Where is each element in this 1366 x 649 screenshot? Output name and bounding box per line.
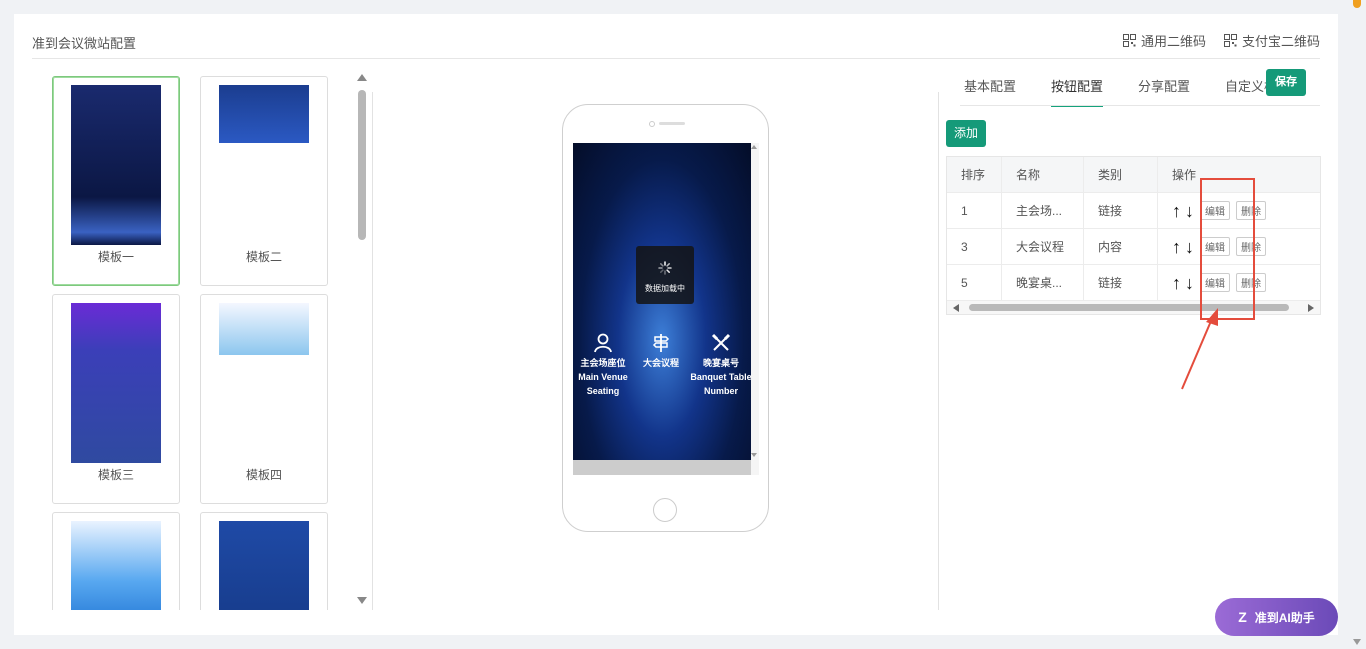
template-label: 模板四 <box>245 468 282 482</box>
template-card-2[interactable]: 模板二 <box>200 76 328 286</box>
cell-order: 3 <box>961 239 968 254</box>
button-label-cn: 晚宴桌号 <box>702 358 739 368</box>
cell-type: 链接 <box>1083 193 1157 228</box>
loading-text: 数据加载中 <box>645 284 685 293</box>
scrollbar-thumb[interactable] <box>358 90 366 240</box>
template-card-5[interactable] <box>52 512 180 610</box>
page-indicator-icon <box>1353 0 1361 8</box>
cell-name: 主会场... <box>1001 193 1083 228</box>
ai-assistant-button[interactable]: Z 准到AI助手 <box>1215 598 1338 636</box>
scroll-up-icon[interactable] <box>357 74 367 81</box>
page-scroll-down-icon[interactable] <box>1353 639 1361 645</box>
alipay-qr-link[interactable]: 支付宝二维码 <box>1223 31 1320 50</box>
divider <box>938 92 939 610</box>
tab-share-config[interactable]: 分享配置 <box>1138 76 1190 107</box>
save-button[interactable]: 保存 <box>1266 69 1306 96</box>
template-card-1[interactable]: 模板一 <box>52 76 180 286</box>
page-title: 准到会议微站配置 <box>32 36 137 51</box>
cell-name: 晚宴桌... <box>1001 265 1083 300</box>
move-up-icon[interactable]: ↑ <box>1172 274 1181 292</box>
scroll-up-icon[interactable] <box>751 145 757 149</box>
table-row: 5 晚宴桌... 链接 ↑ ↓ 编辑 删除 <box>947 265 1320 301</box>
button-label-en: Banquet Table Number <box>690 372 752 396</box>
template-thumbnail <box>71 303 161 463</box>
spinner-icon <box>658 261 672 275</box>
top-links: 通用二维码 支付宝二维码 <box>1122 31 1320 50</box>
table-hscrollbar[interactable] <box>947 301 1320 314</box>
qr-code-icon <box>1122 34 1136 47</box>
home-button-icon <box>653 498 677 522</box>
general-qr-link[interactable]: 通用二维码 <box>1122 31 1206 50</box>
annotation-arrow-icon <box>1181 308 1218 390</box>
button-table: 排序 名称 类别 操作 1 主会场... 链接 ↑ ↓ 编辑 删除 3 大会议程… <box>946 156 1321 315</box>
config-tabs: 基本配置 按钮配置 分享配置 自定义样 <box>964 76 1312 107</box>
scroll-down-icon[interactable] <box>751 453 757 457</box>
scroll-right-icon[interactable] <box>1308 304 1314 312</box>
general-qr-label: 通用二维码 <box>1140 34 1206 49</box>
move-down-icon[interactable]: ↓ <box>1185 274 1194 292</box>
scroll-left-icon[interactable] <box>953 304 959 312</box>
person-icon <box>594 333 612 353</box>
table-row: 1 主会场... 链接 ↑ ↓ 编辑 删除 <box>947 193 1320 229</box>
assistant-logo-icon: Z <box>1238 609 1247 625</box>
camera-icon <box>649 121 655 127</box>
header-name: 名称 <box>1001 157 1083 192</box>
divider <box>372 92 373 610</box>
signpost-icon <box>652 334 670 352</box>
template-label: 模板一 <box>97 250 134 264</box>
template-thumbnail <box>219 521 309 610</box>
header-order: 排序 <box>961 168 986 182</box>
move-down-icon[interactable]: ↓ <box>1185 202 1194 220</box>
fork-knife-icon <box>711 333 731 351</box>
header-divider <box>32 58 1320 59</box>
table-header: 排序 名称 类别 操作 <box>947 157 1320 193</box>
template-label: 模板二 <box>245 250 282 264</box>
add-button[interactable]: 添加 <box>946 120 986 147</box>
header-type: 类别 <box>1083 157 1157 192</box>
speaker-icon <box>659 122 685 125</box>
cell-order: 5 <box>961 275 968 290</box>
template-card-4[interactable]: 模板四 <box>200 294 328 504</box>
template-card-6[interactable] <box>200 512 328 610</box>
scroll-down-icon[interactable] <box>357 597 367 604</box>
cell-type: 链接 <box>1083 265 1157 300</box>
template-thumbnail <box>219 303 309 453</box>
tab-button-config[interactable]: 按钮配置 <box>1051 76 1104 107</box>
button-label-en: Main Venue Seating <box>578 372 628 396</box>
template-label: 模板三 <box>97 468 134 482</box>
preview-button-banquet[interactable]: 晚宴桌号 Banquet Table Number <box>687 333 755 398</box>
template-card-3[interactable]: 模板三 <box>52 294 180 504</box>
preview-scrollbar[interactable] <box>751 143 759 475</box>
qr-code-icon <box>1223 34 1237 47</box>
phone-screen: 数据加载中 主会场座位 Main Venue Seating 大会议程 晚宴桌号… <box>573 143 759 475</box>
preview-background: 数据加载中 主会场座位 Main Venue Seating 大会议程 晚宴桌号… <box>573 143 752 460</box>
tabs-divider <box>960 105 1320 106</box>
template-list: 模板一 模板二 模板三 模板四 <box>52 76 332 610</box>
move-up-icon[interactable]: ↑ <box>1172 238 1181 256</box>
button-label-cn: 大会议程 <box>642 358 679 368</box>
assistant-label: 准到AI助手 <box>1254 610 1315 625</box>
move-up-icon[interactable]: ↑ <box>1172 202 1181 220</box>
table-row: 3 大会议程 内容 ↑ ↓ 编辑 删除 <box>947 229 1320 265</box>
template-thumbnail <box>71 521 161 610</box>
tab-basic-config[interactable]: 基本配置 <box>964 76 1016 107</box>
main-card: 准到会议微站配置 通用二维码 支付宝二维码 模板一 模板二 模板三 模板四 数据… <box>14 14 1338 635</box>
move-down-icon[interactable]: ↓ <box>1185 238 1194 256</box>
cell-order: 1 <box>961 203 968 218</box>
alipay-qr-label: 支付宝二维码 <box>1241 34 1320 49</box>
template-scrollbar[interactable] <box>355 74 369 604</box>
cell-name: 大会议程 <box>1001 229 1083 264</box>
phone-preview: 数据加载中 主会场座位 Main Venue Seating 大会议程 晚宴桌号… <box>562 104 769 532</box>
preview-button-agenda[interactable]: 大会议程 <box>627 333 695 370</box>
template-thumbnail <box>219 85 309 235</box>
template-thumbnail <box>71 85 161 245</box>
loading-toast: 数据加载中 <box>636 246 694 304</box>
highlight-box <box>1200 178 1255 320</box>
cell-type: 内容 <box>1083 229 1157 264</box>
